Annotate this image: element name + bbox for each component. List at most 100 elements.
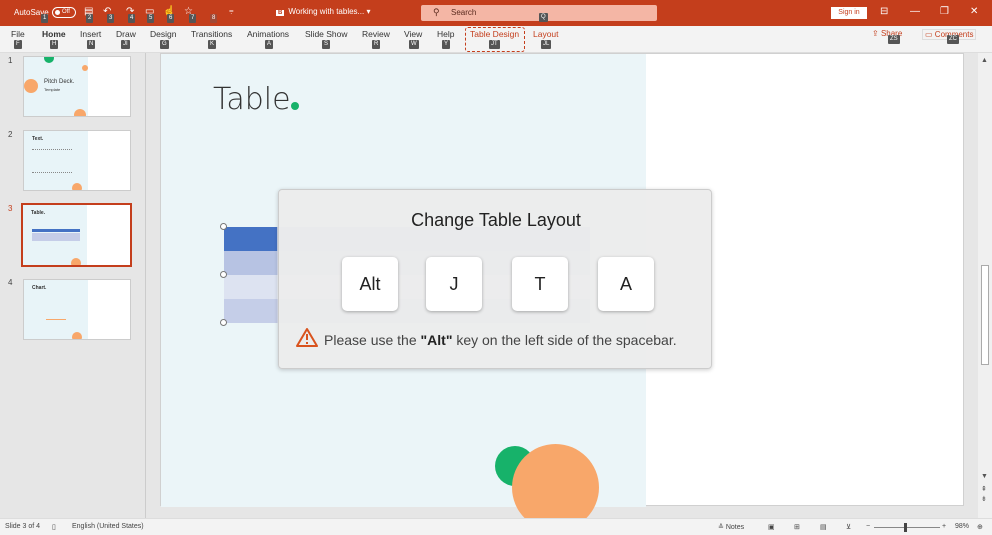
keytip: 6	[167, 14, 175, 23]
tab-transitions[interactable]: Transitions	[191, 29, 232, 39]
slide-number: 4	[8, 278, 13, 287]
reading-view-icon[interactable]: ▤	[820, 523, 827, 531]
keytip: S	[322, 40, 331, 49]
note-key: "Alt"	[420, 332, 453, 348]
overlay-note: Please use the "Alt" key on the left sid…	[324, 332, 677, 348]
keytip: W	[409, 40, 419, 49]
slide-title[interactable]: Table	[213, 82, 291, 117]
thumb-title: Table.	[31, 210, 46, 216]
zoom-out-icon[interactable]: −	[866, 523, 870, 530]
search-placeholder: Search	[451, 8, 477, 17]
tab-file[interactable]: File	[11, 29, 25, 39]
keytip: ZC	[947, 35, 959, 44]
slide-counter: Slide 3 of 4	[5, 523, 41, 530]
accessibility-icon[interactable]: ▯	[52, 523, 56, 531]
zoom-slider[interactable]	[874, 523, 940, 532]
keytip: 3	[107, 14, 115, 23]
slide-thumbnail-3[interactable]: Table.	[21, 203, 132, 267]
slide-sorter-icon[interactable]: ⊞	[794, 523, 800, 531]
warning-icon	[296, 328, 318, 347]
tab-slide-show[interactable]: Slide Show	[305, 29, 348, 39]
overlay-heading: Change Table Layout	[411, 210, 581, 230]
tab-animations[interactable]: Animations	[247, 29, 289, 39]
thumb-table-header	[32, 229, 80, 232]
key-a: A	[598, 257, 654, 311]
keytip: 2	[86, 14, 94, 23]
keytip: 5	[147, 14, 155, 23]
notes-label: Notes	[725, 524, 745, 531]
close-icon[interactable]: ✕	[970, 6, 978, 17]
normal-view-icon[interactable]: ▣	[768, 523, 775, 531]
table-header-cell[interactable]	[224, 227, 277, 251]
slide-thumbnail-pane: 1 Pitch Deck. Template 2 Text. 3 Table. …	[0, 53, 146, 518]
tab-design[interactable]: Design	[150, 29, 176, 39]
slideshow-icon[interactable]: ⊻	[846, 523, 851, 531]
thumb-subtitle: Template	[44, 87, 61, 92]
keytip: JI	[121, 40, 130, 49]
keytip: K	[208, 40, 217, 49]
sign-in-button[interactable]: Sign in	[831, 7, 867, 19]
thumb-title: Chart.	[32, 285, 47, 291]
doc-badge: B	[276, 10, 285, 16]
table-cell[interactable]	[224, 299, 277, 323]
tab-layout[interactable]: Layout	[533, 29, 559, 39]
thumb-title: Pitch Deck.	[44, 79, 75, 85]
keytip: A	[265, 40, 274, 49]
table-cell[interactable]	[224, 275, 277, 299]
zoom-slider-thumb[interactable]	[904, 523, 907, 532]
tab-insert[interactable]: Insert	[80, 29, 101, 39]
slide-number: 1	[8, 56, 13, 65]
notes-icon: ≙	[718, 524, 724, 531]
tab-draw[interactable]: Draw	[116, 29, 136, 39]
tab-review[interactable]: Review	[362, 29, 390, 39]
note-prefix: Please use the	[324, 332, 421, 348]
keytip: ZS	[888, 35, 900, 44]
zoom-level[interactable]: 98%	[955, 523, 969, 530]
tab-view[interactable]: View	[404, 29, 422, 39]
autosave-toggle[interactable]: Off	[52, 7, 76, 18]
thumb-dot	[72, 183, 82, 190]
thumb-dot	[24, 79, 38, 93]
keytip: 8	[210, 14, 218, 23]
tab-home[interactable]: Home	[42, 29, 66, 39]
ribbon-display-icon[interactable]: ⊟	[880, 6, 888, 17]
restore-icon[interactable]: ❐	[940, 6, 949, 17]
scroll-down-icon[interactable]: ▼	[981, 473, 988, 480]
resize-handle[interactable]	[220, 271, 227, 278]
customize-qat-icon[interactable]: ⩦	[229, 6, 234, 16]
note-suffix: key on the left side of the spacebar.	[452, 332, 677, 348]
slide-thumbnail-1[interactable]: Pitch Deck. Template	[23, 56, 131, 117]
keytip: F	[14, 40, 22, 49]
tab-help[interactable]: Help	[437, 29, 454, 39]
thumb-table-body	[32, 233, 80, 241]
document-title[interactable]: B Working with tables... ▾	[276, 7, 370, 16]
tab-table-design[interactable]: Table Design	[470, 29, 519, 39]
thumb-dot	[72, 332, 82, 339]
slide-thumbnail-2[interactable]: Text.	[23, 130, 131, 191]
thumb-dot	[82, 65, 88, 71]
minimize-icon[interactable]: —	[910, 6, 920, 17]
thumb-chart	[46, 302, 66, 320]
zoom-in-icon[interactable]: +	[942, 523, 946, 530]
language-indicator[interactable]: English (United States)	[72, 523, 144, 530]
scroll-up-icon[interactable]: ▲	[981, 57, 988, 64]
thumb-text-lines	[32, 149, 72, 173]
resize-handle[interactable]	[220, 223, 227, 230]
notes-button[interactable]: ≙ Notes	[718, 523, 744, 531]
table-cell[interactable]	[224, 251, 277, 275]
previous-slide-icon[interactable]: ⇞	[981, 485, 987, 493]
search-icon: ⚲	[433, 7, 440, 17]
keytip: 1	[41, 14, 49, 23]
thumb-title: Text.	[32, 136, 44, 142]
next-slide-icon[interactable]: ⇟	[981, 495, 987, 503]
keytip: R	[372, 40, 381, 49]
keyboard-shortcut-overlay: Change Table Layout Alt J T A Please use…	[278, 189, 712, 369]
slide-number: 2	[8, 130, 13, 139]
thumb-dot	[74, 109, 86, 116]
vertical-scrollbar[interactable]: ▲ ▼ ⇞ ⇟	[978, 53, 992, 518]
fit-to-window-icon[interactable]: ⊕	[977, 523, 983, 531]
slide-thumbnail-4[interactable]: Chart.	[23, 279, 131, 340]
scrollbar-thumb[interactable]	[981, 265, 989, 365]
resize-handle[interactable]	[220, 319, 227, 326]
key-j: J	[426, 257, 482, 311]
